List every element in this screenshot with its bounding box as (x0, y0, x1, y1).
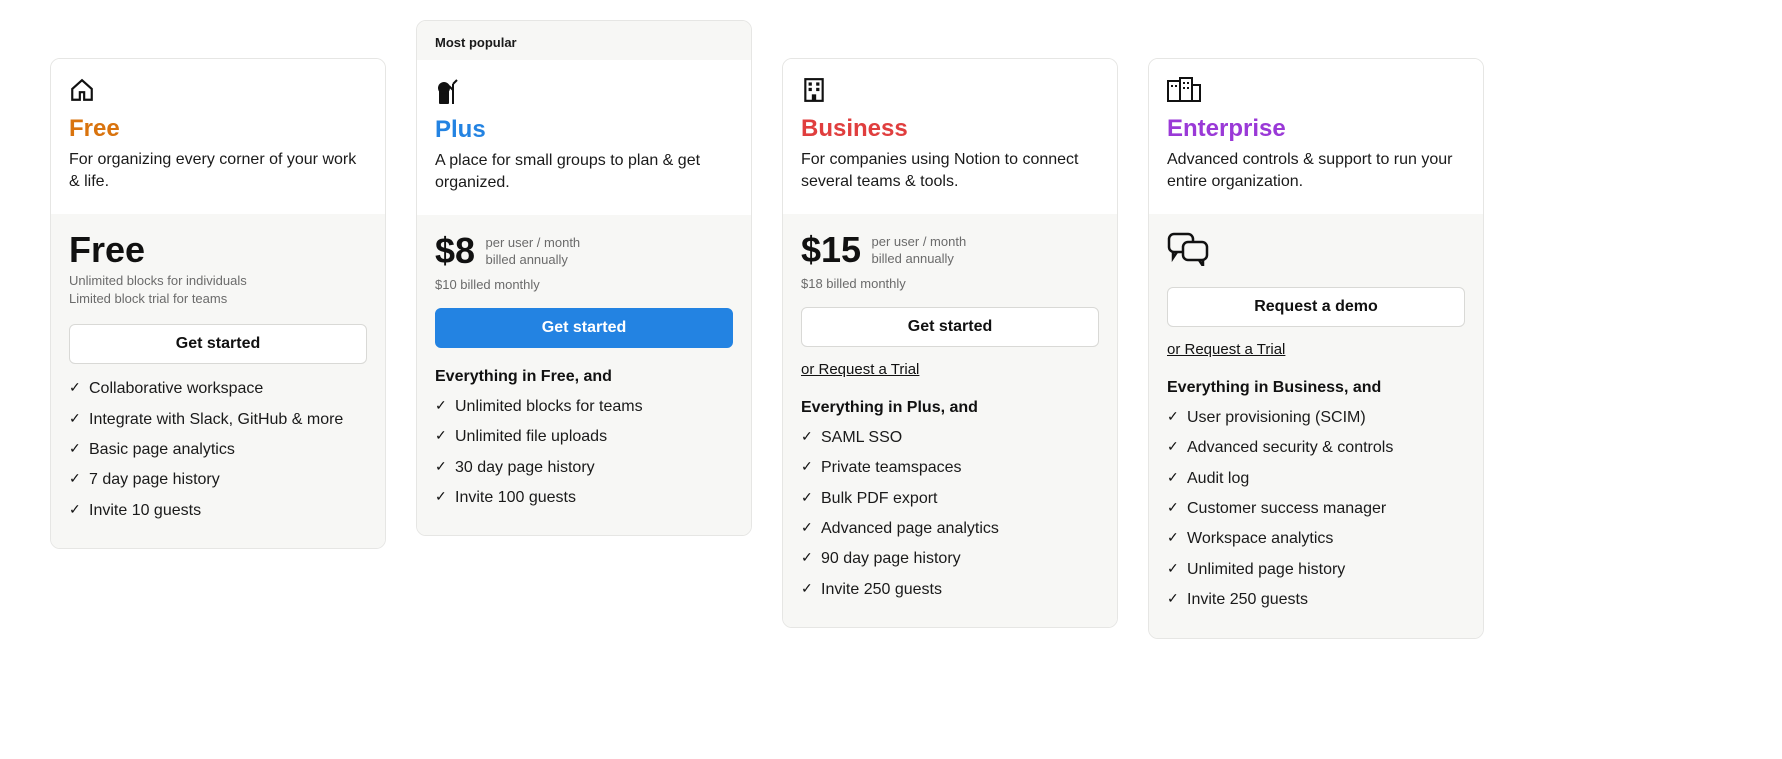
request-demo-button[interactable]: Request a demo (1167, 287, 1465, 327)
plan-card-business: Business For companies using Notion to c… (782, 58, 1118, 628)
feature-item: Private teamspaces (801, 453, 1099, 483)
feature-item: Unlimited file uploads (435, 422, 733, 452)
monthly-price: $10 billed monthly (435, 277, 733, 292)
plan-card-free: Free For organizing every corner of your… (50, 58, 386, 549)
feature-item: 90 day page history (801, 544, 1099, 574)
feature-heading: Everything in Plus, and (801, 399, 1099, 417)
plan-desc: Advanced controls & support to run your … (1167, 149, 1465, 194)
feature-item: Invite 250 guests (1167, 585, 1465, 615)
price: Free (69, 232, 145, 268)
feature-list: Unlimited blocks for teams Unlimited fil… (435, 392, 733, 514)
request-trial-link[interactable]: or Request a Trial (801, 361, 919, 378)
feature-list: SAML SSO Private teamspaces Bulk PDF exp… (801, 423, 1099, 605)
feature-heading: Everything in Free, and (435, 368, 733, 386)
feature-item: Integrate with Slack, GitHub & more (69, 405, 367, 435)
plan-card-enterprise: Enterprise Advanced controls & support t… (1148, 58, 1484, 639)
feature-heading: Everything in Business, and (1167, 379, 1465, 397)
feature-item: Invite 10 guests (69, 496, 367, 526)
feature-item: Audit log (1167, 464, 1465, 494)
feature-item: Unlimited blocks for teams (435, 392, 733, 422)
plan-name: Enterprise (1167, 115, 1465, 143)
building-icon (801, 77, 1099, 105)
feature-item: Invite 250 guests (801, 575, 1099, 605)
feature-item: Unlimited page history (1167, 555, 1465, 585)
chat-icon (1167, 253, 1211, 270)
popular-badge: Most popular (417, 21, 751, 60)
feature-item: Customer success manager (1167, 494, 1465, 524)
feature-item: Advanced security & controls (1167, 433, 1465, 463)
price-note-1: Unlimited blocks for individuals (69, 272, 367, 290)
price-note-2: Limited block trial for teams (69, 290, 367, 308)
price: $15 (801, 232, 861, 268)
feature-item: 30 day page history (435, 453, 733, 483)
plan-name: Business (801, 115, 1099, 143)
plan-name: Free (69, 115, 367, 143)
price-unit: per user / month billed annually (486, 233, 581, 269)
get-started-button[interactable]: Get started (435, 308, 733, 348)
buildings-icon (1167, 77, 1465, 105)
feature-item: Advanced page analytics (801, 514, 1099, 544)
plan-desc: For companies using Notion to connect se… (801, 149, 1099, 194)
feature-item: User provisioning (SCIM) (1167, 403, 1465, 433)
price: $8 (435, 233, 475, 269)
plan-desc: For organizing every corner of your work… (69, 149, 367, 194)
feature-item: Bulk PDF export (801, 484, 1099, 514)
feature-item: Workspace analytics (1167, 524, 1465, 554)
feature-item: 7 day page history (69, 465, 367, 495)
tree-icon (435, 78, 733, 106)
get-started-button[interactable]: Get started (69, 324, 367, 364)
plan-card-plus: Most popular Plus A place for small grou… (416, 20, 752, 536)
home-icon (69, 77, 367, 105)
feature-list: User provisioning (SCIM) Advanced securi… (1167, 403, 1465, 616)
pricing-row: Free For organizing every corner of your… (50, 20, 1732, 639)
plan-name: Plus (435, 116, 733, 144)
feature-item: Collaborative workspace (69, 374, 367, 404)
feature-item: Invite 100 guests (435, 483, 733, 513)
feature-item: Basic page analytics (69, 435, 367, 465)
monthly-price: $18 billed monthly (801, 276, 1099, 291)
feature-item: SAML SSO (801, 423, 1099, 453)
plan-desc: A place for small groups to plan & get o… (435, 150, 733, 195)
request-trial-link[interactable]: or Request a Trial (1167, 341, 1285, 358)
get-started-button[interactable]: Get started (801, 307, 1099, 347)
feature-list: Collaborative workspace Integrate with S… (69, 374, 367, 526)
price-unit: per user / month billed annually (872, 232, 967, 268)
